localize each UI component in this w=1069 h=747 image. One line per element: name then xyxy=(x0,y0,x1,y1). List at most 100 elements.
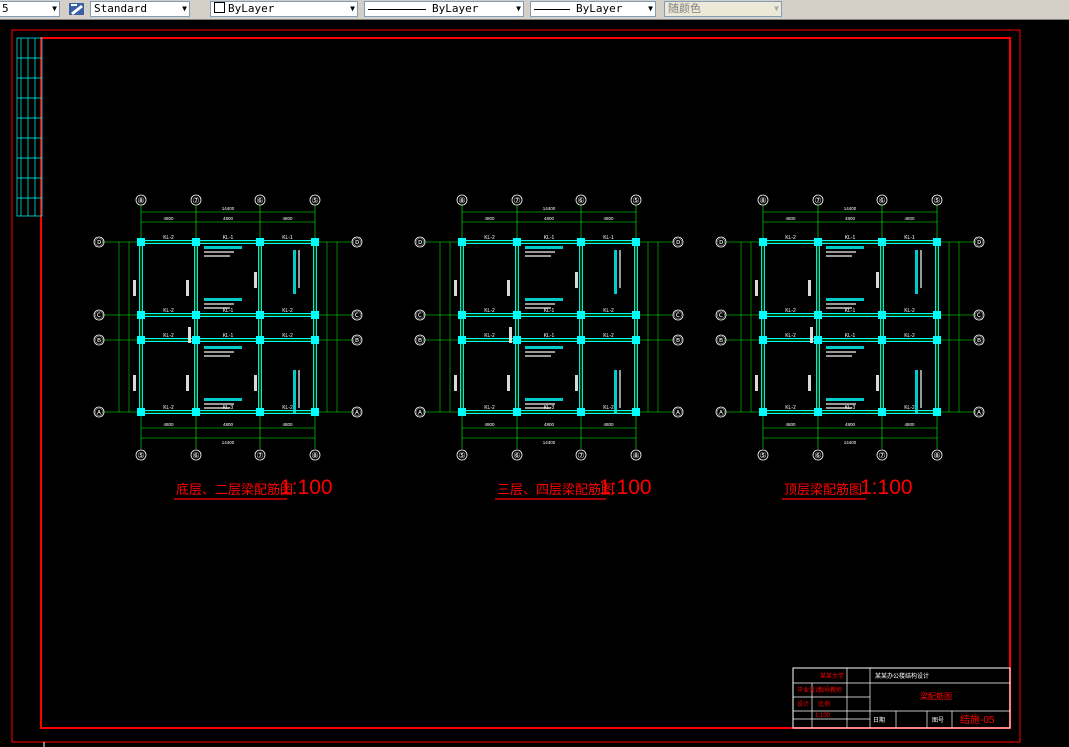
beam-label-mark xyxy=(808,375,811,391)
dimension-text: 4800 xyxy=(223,422,234,427)
axis-label: ⑧ xyxy=(137,196,144,205)
dimension-text: 4800 xyxy=(904,216,915,221)
column xyxy=(311,311,319,319)
title-block-cell-2: 指导教师 xyxy=(818,686,842,694)
color-dropdown[interactable]: ByLayer ▼ xyxy=(210,1,358,17)
rebar-note-mark xyxy=(204,251,234,253)
properties-toolbar: 5 ▼ Standard ▼ ByLayer ▼ ByLayer ▼ ByLay… xyxy=(0,0,1069,20)
rebar-note-mark xyxy=(525,407,551,409)
linetype-dropdown[interactable]: ByLayer ▼ xyxy=(364,1,524,17)
axis-label: Ⓓ xyxy=(353,238,361,247)
column xyxy=(577,336,585,344)
layer-dropdown[interactable]: 5 ▼ xyxy=(0,1,60,17)
rebar-note-mark xyxy=(525,346,563,349)
title-block-cell-4: 比例 xyxy=(818,700,830,708)
column xyxy=(878,408,886,416)
column xyxy=(192,238,200,246)
dimension-text: 4800 xyxy=(484,216,495,221)
rebar-note-mark xyxy=(826,403,856,405)
dimension-text: 4800 xyxy=(785,216,796,221)
title-block-date-label: 日期 xyxy=(873,716,885,724)
rebar-note-mark xyxy=(525,403,555,405)
dimension-text: 14400 xyxy=(543,440,556,445)
plan-scale-text: 1:100 xyxy=(599,476,652,499)
lineweight-dropdown[interactable]: ByLayer ▼ xyxy=(530,1,656,17)
beam-label-mark xyxy=(507,280,510,296)
rebar-note-mark xyxy=(826,307,852,309)
drawing-canvas[interactable]: ⑧ ⑤ ⑦ ⑥ ⑥ ⑦ ⑤ ⑧ Ⓓ Ⓓ Ⓒ Ⓒ Ⓑ Ⓑ Ⓐ Ⓐ 14400 14400 4800 4800 4800 48… xyxy=(0,20,1069,747)
rebar-note-mark xyxy=(826,298,864,301)
title-block-school: 某某大学 xyxy=(820,672,844,680)
column xyxy=(632,336,640,344)
beam-label-mark xyxy=(755,280,758,296)
rebar-note-mark xyxy=(614,370,617,414)
axis-label: ⑦ xyxy=(513,196,520,205)
chevron-down-icon: ▼ xyxy=(516,4,521,13)
rebar-note-mark xyxy=(619,250,621,288)
column xyxy=(458,238,466,246)
title-block-drawing-name: 梁配筋图 xyxy=(920,691,952,701)
beam-label-mark xyxy=(254,375,257,391)
dimension-text: 14400 xyxy=(844,440,857,445)
axis-label: Ⓓ xyxy=(95,238,103,247)
chevron-down-icon: ▼ xyxy=(182,4,187,13)
rebar-note-mark xyxy=(204,303,234,305)
rebar-note-mark xyxy=(525,307,551,309)
chevron-down-icon: ▼ xyxy=(648,4,653,13)
axis-label: ⑥ xyxy=(814,451,821,460)
beam-label: KL-2 xyxy=(904,308,915,314)
axis-label: Ⓑ xyxy=(416,336,424,345)
axis-label: ⑤ xyxy=(458,451,465,460)
axis-label: ⑤ xyxy=(311,196,318,205)
plan-scale-text: 1:100 xyxy=(280,476,333,499)
rebar-note-mark xyxy=(293,250,296,294)
axis-label: Ⓒ xyxy=(975,311,983,320)
title-block-scale: 1:100 xyxy=(815,713,831,719)
rebar-note-mark xyxy=(915,370,918,414)
plan-title-3: 顶层梁配筋图 1:100 xyxy=(782,476,913,500)
plan-title-1: 底层、二层梁配筋图 1:100 xyxy=(174,476,333,500)
rebar-note-mark xyxy=(204,351,234,353)
axis-label: ⑧ xyxy=(632,451,639,460)
plot-style-dropdown[interactable]: 随颜色 ▼ xyxy=(664,1,782,17)
column xyxy=(458,311,466,319)
axis-label: ⑦ xyxy=(814,196,821,205)
column xyxy=(933,336,941,344)
column xyxy=(933,238,941,246)
dimension-text: 4800 xyxy=(484,422,495,427)
column xyxy=(577,311,585,319)
title-block-sheet-number: 结施-05 xyxy=(960,713,995,726)
beam-label: KL-2 xyxy=(603,308,614,314)
rebar-note-mark xyxy=(525,351,555,353)
text-style-icon[interactable] xyxy=(68,1,86,17)
column xyxy=(577,238,585,246)
rebar-note-mark xyxy=(826,355,852,357)
beam-label-mark xyxy=(876,375,879,391)
dimension-text: 14400 xyxy=(844,206,857,211)
plan-scale-text: 1:100 xyxy=(860,476,913,499)
beam-label: KL-2 xyxy=(484,405,495,411)
column xyxy=(814,311,822,319)
dimension-text: 4800 xyxy=(282,216,293,221)
column xyxy=(814,336,822,344)
column xyxy=(759,238,767,246)
text-style-dropdown[interactable]: Standard ▼ xyxy=(90,1,190,17)
sheet-outer-border xyxy=(11,29,1021,743)
axis-label: ⑧ xyxy=(458,196,465,205)
rebar-note-mark xyxy=(826,255,852,257)
axis-label: ⑦ xyxy=(256,451,263,460)
rebar-note-mark xyxy=(826,251,856,253)
dimension-text: 4800 xyxy=(845,422,856,427)
beam-label: KL-2 xyxy=(785,405,796,411)
axis-label: ⑥ xyxy=(577,196,584,205)
rebar-note-mark xyxy=(525,298,563,301)
beam-label: KL-2 xyxy=(904,333,915,339)
dimension-text: 4800 xyxy=(282,422,293,427)
plan-title-2: 三层、四层梁配筋图 1:100 xyxy=(495,476,652,500)
column xyxy=(632,238,640,246)
column xyxy=(513,311,521,319)
beam-label-mark xyxy=(133,375,136,391)
column xyxy=(192,408,200,416)
axis-label: Ⓐ xyxy=(353,408,361,417)
rebar-note-mark xyxy=(525,246,563,249)
